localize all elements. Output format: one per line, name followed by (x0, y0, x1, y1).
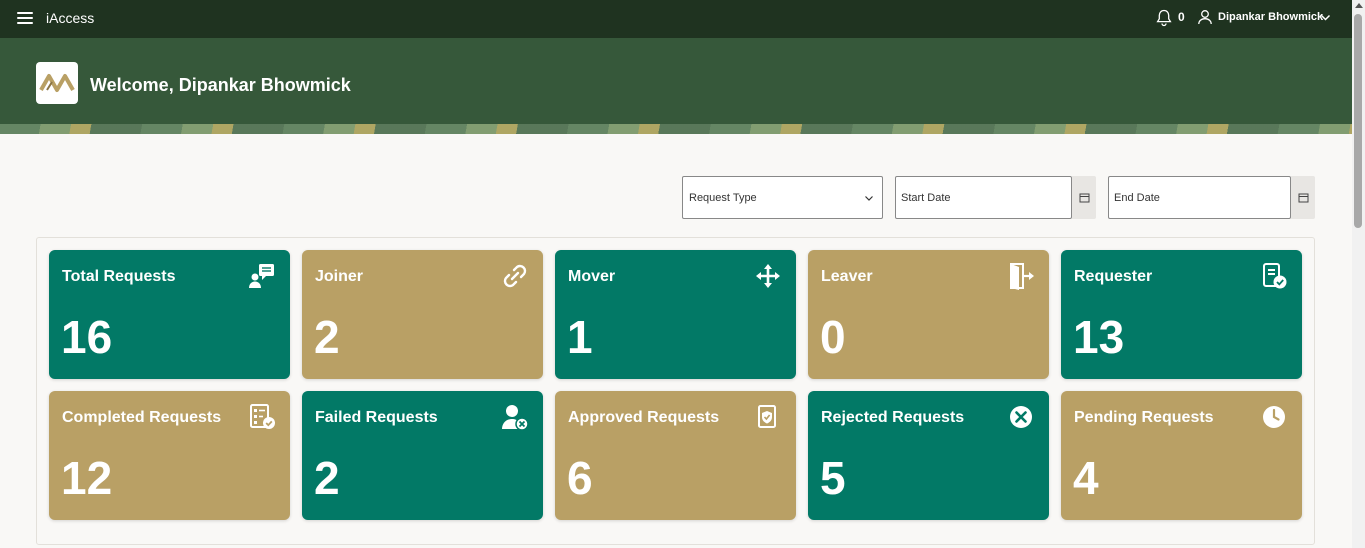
rejected-requests-card[interactable]: Rejected Requests 5 (808, 391, 1049, 520)
card-title: Rejected Requests (821, 409, 965, 426)
card-title: Approved Requests (568, 409, 720, 426)
notification-count: 0 (1178, 10, 1185, 24)
request-summary-panel: Total Requests 16 Joiner 2 Mover 1 Leave… (36, 237, 1315, 545)
user-x-icon (502, 405, 529, 431)
card-value: 12 (61, 452, 113, 504)
card-title: Pending Requests (1074, 409, 1214, 426)
chevron-down-icon[interactable] (1320, 12, 1331, 23)
user-menu-name[interactable]: Dipankar Bhowmick (1218, 11, 1323, 23)
request-type-label: Request Type (689, 192, 757, 204)
failed-requests-card[interactable]: Failed Requests 2 (302, 391, 543, 520)
card-title: Leaver (821, 268, 873, 285)
card-value: 1 (567, 311, 593, 363)
end-date-calendar-button[interactable] (1291, 176, 1315, 219)
circle-x-icon (1010, 406, 1032, 428)
joiner-card[interactable]: Joiner 2 (302, 250, 543, 379)
checklist-icon (250, 404, 275, 429)
card-title: Mover (568, 268, 616, 285)
logo-mark-icon (39, 74, 75, 92)
request-chat-icon (249, 264, 274, 288)
exit-door-icon (1010, 263, 1034, 290)
app-title[interactable]: iAccess (46, 10, 94, 26)
move-arrows-icon (756, 264, 780, 288)
page-scrollbar[interactable] (1352, 0, 1365, 548)
calendar-icon (1298, 193, 1308, 203)
card-value: 2 (314, 311, 340, 363)
leaver-card[interactable]: Leaver 0 (808, 250, 1049, 379)
top-navigation-bar: iAccess 0 Dipankar Bhowmick (0, 0, 1352, 38)
chevron-down-icon (865, 196, 873, 201)
start-date-calendar-button[interactable] (1072, 176, 1096, 219)
start-date-input[interactable]: Start Date (895, 176, 1072, 219)
card-value: 16 (61, 311, 113, 363)
card-value: 2 (314, 452, 340, 504)
card-value: 5 (820, 452, 846, 504)
bell-icon[interactable] (1156, 9, 1172, 27)
card-title: Joiner (315, 268, 364, 285)
calendar-icon (1079, 193, 1089, 203)
file-check-icon (1263, 263, 1287, 289)
card-value: 6 (567, 452, 593, 504)
banner-decorative-strip (0, 124, 1352, 134)
pending-requests-card[interactable]: Pending Requests 4 (1061, 391, 1302, 520)
hamburger-menu-icon[interactable] (17, 12, 33, 26)
card-value: 0 (820, 311, 846, 363)
card-value: 4 (1073, 452, 1099, 504)
welcome-banner: Welcome, Dipankar Bhowmick (0, 38, 1352, 134)
request-type-select[interactable]: Request Type (682, 176, 883, 219)
mover-card[interactable]: Mover 1 (555, 250, 796, 379)
card-title: Total Requests (62, 268, 176, 285)
card-title: Completed Requests (62, 409, 222, 426)
company-logo (36, 62, 78, 104)
user-icon[interactable] (1197, 9, 1213, 25)
approved-requests-card[interactable]: Approved Requests 6 (555, 391, 796, 520)
link-icon (503, 264, 527, 288)
scroll-thumb[interactable] (1354, 14, 1362, 228)
completed-requests-card[interactable]: Completed Requests 12 (49, 391, 290, 520)
card-value: 13 (1073, 311, 1125, 363)
end-date-input[interactable]: End Date (1108, 176, 1291, 219)
scroll-up-arrow-icon[interactable] (1355, 3, 1363, 8)
requester-card[interactable]: Requester 13 (1061, 250, 1302, 379)
welcome-heading: Welcome, Dipankar Bhowmick (90, 75, 351, 95)
clock-icon (1263, 406, 1285, 428)
card-title: Requester (1074, 268, 1153, 285)
shield-document-icon (758, 405, 776, 428)
start-date-label: Start Date (901, 192, 951, 204)
end-date-label: End Date (1114, 192, 1160, 204)
total-requests-card[interactable]: Total Requests 16 (49, 250, 290, 379)
card-title: Failed Requests (315, 409, 438, 426)
